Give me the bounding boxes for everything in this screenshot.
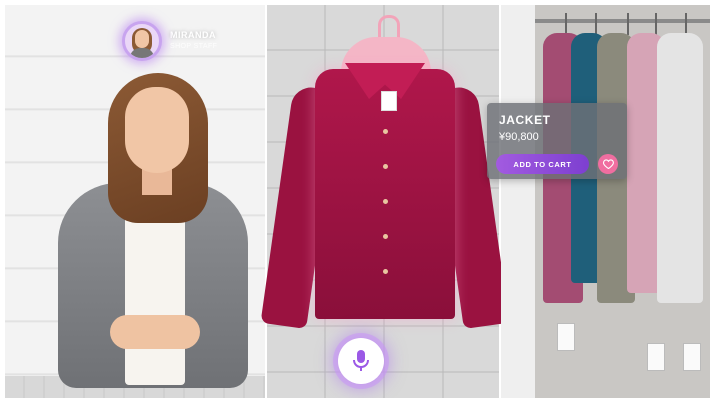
staff-role: SHOP STAFF [170, 43, 218, 50]
door-frame [501, 5, 535, 398]
heart-icon[interactable] [598, 154, 618, 174]
center-tiled-wall [260, 5, 510, 398]
jacket-hologram[interactable] [260, 63, 510, 334]
staff-text: MIRANDA SHOP STAFF [170, 30, 217, 52]
add-to-cart-button[interactable]: ADD TO CART [496, 154, 589, 174]
staff-name: MIRANDA [170, 30, 216, 40]
product-price: ¥90,800 [499, 131, 539, 143]
microphone-icon[interactable] [338, 338, 384, 384]
virtual-shop-assistant [50, 65, 250, 388]
person-avatar-icon[interactable] [122, 21, 162, 61]
clothing-rack [535, 5, 710, 398]
product-name: JACKET [499, 113, 551, 127]
ar-store-scene: MIRANDA SHOP STAFF JACKET ¥90,800 ADD TO… [5, 5, 710, 398]
staff-info-chip[interactable]: MIRANDA SHOP STAFF [122, 21, 217, 61]
product-card: JACKET ¥90,800 ADD TO CART [487, 103, 627, 179]
